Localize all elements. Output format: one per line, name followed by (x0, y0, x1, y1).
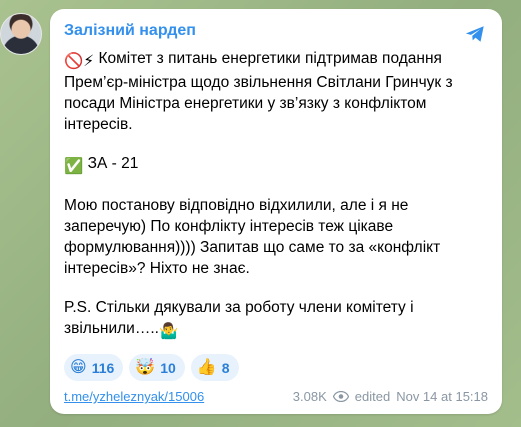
paragraph-4: P.S. Стільки дякували за роботу члени ко… (64, 297, 488, 342)
timestamp: Nov 14 at 15:18 (396, 389, 488, 404)
telegram-share-icon[interactable] (464, 23, 486, 45)
no-entry-lightning-emoji: 🚫⚡ (64, 53, 95, 70)
reaction-count: 8 (221, 359, 230, 376)
check-mark-emoji: ✅ (64, 158, 84, 175)
vote-result: ЗА - 21 (87, 155, 139, 172)
message-bubble: Залізний нардеп 🚫⚡ Комітет з питань енер… (50, 9, 502, 414)
post-link[interactable]: t.me/yzheleznyak/15006 (64, 389, 204, 404)
reaction-mind-blown[interactable]: 🤯 10 (129, 354, 185, 381)
message-footer: t.me/yzheleznyak/15006 3.08K edited Nov … (64, 389, 488, 404)
message-text: 🚫⚡ Комітет з питань енергетики підтримав… (64, 48, 488, 342)
paragraph-1: 🚫⚡ Комітет з питань енергетики підтримав… (64, 48, 488, 135)
reactions-bar: 😁 116 🤯 10 👍 8 (64, 354, 488, 381)
channel-avatar[interactable] (0, 13, 42, 55)
reaction-thumbs-up[interactable]: 👍 8 (190, 354, 239, 381)
view-count: 3.08K (292, 389, 327, 404)
reaction-count: 116 (91, 359, 115, 376)
reaction-grin[interactable]: 😁 116 (64, 354, 124, 381)
message-meta: 3.08K edited Nov 14 at 15:18 (293, 389, 488, 404)
eye-icon (332, 391, 349, 402)
grin-emoji: 😁 (70, 358, 87, 376)
paragraph-2: ✅ ЗА - 21 (64, 153, 488, 177)
thumbs-up-emoji: 👍 (196, 358, 217, 376)
shrug-emoji: 🤷‍♂️ (158, 323, 179, 340)
paragraph-1-text: Комітет з питань енергетики підтримав по… (64, 50, 453, 133)
paragraph-3: Мою постанову відповідно відхилили, але … (64, 197, 441, 277)
edited-label: edited (354, 389, 391, 404)
reaction-count: 10 (160, 359, 176, 376)
paragraph-4-text: P.S. Стільки дякували за роботу члени ко… (64, 299, 414, 337)
channel-name[interactable]: Залізний нардеп (64, 21, 488, 41)
mind-blown-emoji: 🤯 (135, 358, 156, 376)
